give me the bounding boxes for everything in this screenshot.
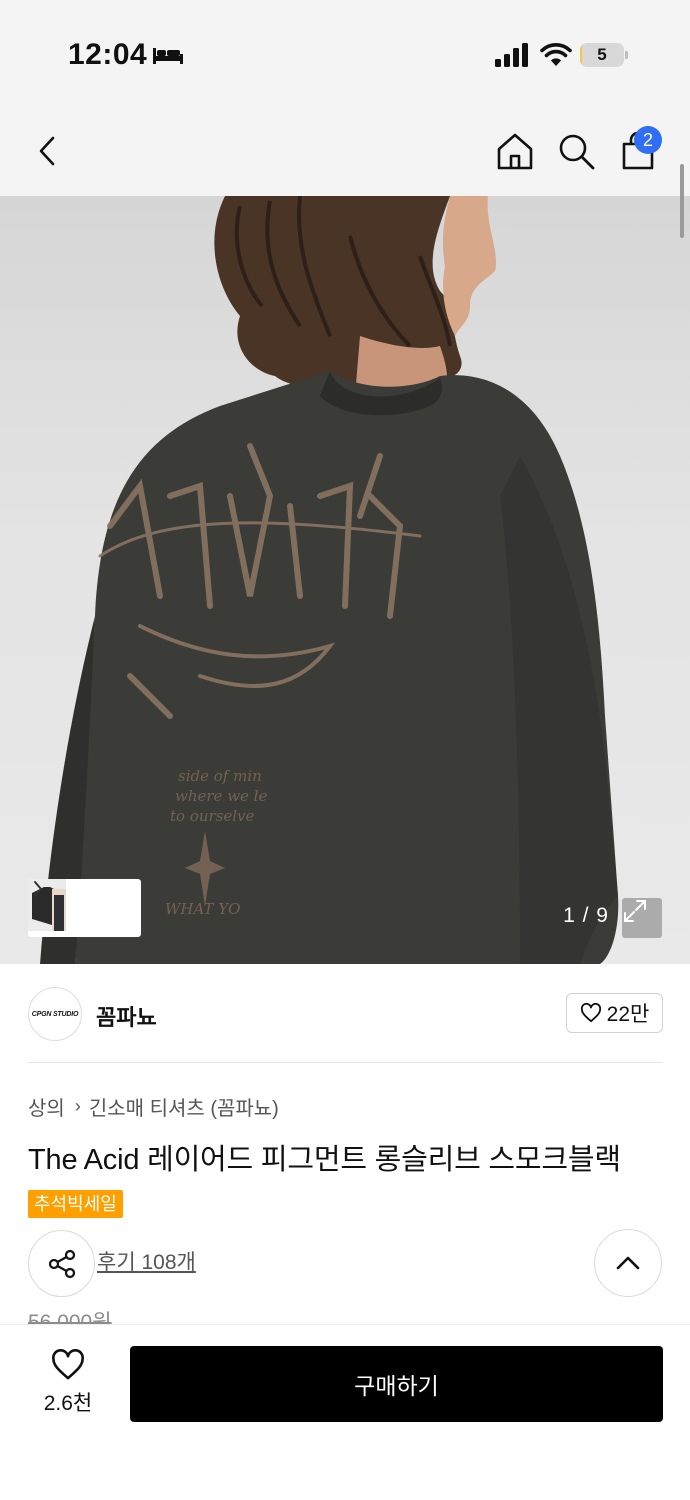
brand-name[interactable]: 꼼파뇨 (96, 1000, 157, 1032)
breadcrumb-subcategory[interactable]: 긴소매 티셔츠 (꼼파뇨) (89, 1092, 279, 1121)
bottom-action-bar: 2.6천 구매하기 (0, 1324, 690, 1500)
svg-text:side of min: side of min (178, 767, 262, 785)
battery-level: 5 (597, 45, 607, 64)
breadcrumb-category[interactable]: 상의 (28, 1092, 65, 1121)
thumbnail-strip[interactable] (28, 879, 141, 937)
bed-icon (153, 48, 183, 64)
brand-row[interactable]: CPGN STUDIO 꼼파뇨 22만 (0, 964, 690, 1062)
brand-logo[interactable]: CPGN STUDIO (28, 987, 82, 1041)
svg-text:where we le: where we le (175, 787, 267, 805)
search-button[interactable] (552, 127, 600, 175)
svg-text:WHAT YO: WHAT YO (165, 900, 240, 918)
expand-button[interactable] (622, 898, 662, 938)
top-navigation (0, 100, 690, 196)
product-title: The Acid 레이어드 피그먼트 롱슬리브 스모크블랙 (28, 1144, 621, 1176)
product-image-carousel[interactable]: side of min where we le to ourselve WHAT… (0, 196, 690, 964)
chevron-right-icon[interactable] (32, 879, 44, 899)
heart-icon (52, 1349, 84, 1380)
wifi-icon (540, 43, 572, 66)
heart-icon (580, 1003, 601, 1023)
product-photo: side of min where we le to ourselve WHAT… (40, 196, 619, 964)
back-button[interactable] (24, 127, 72, 175)
cart-count-badge: 2 (634, 126, 662, 154)
sale-badge: 추석빅세일 (28, 1190, 123, 1218)
scroll-top-button[interactable] (594, 1229, 662, 1297)
back-icon (39, 136, 55, 166)
signal-icon (495, 43, 528, 67)
status-bar: 12:04 5 (0, 0, 690, 100)
chevron-up-icon (616, 1256, 640, 1270)
brand-logo-text: CPGN STUDIO (31, 1010, 79, 1018)
share-button[interactable] (28, 1230, 95, 1297)
battery-icon: 5 (580, 43, 628, 67)
share-icon (48, 1249, 75, 1278)
scroll-indicator[interactable] (680, 164, 684, 238)
search-icon (559, 134, 595, 170)
expand-icon (624, 900, 646, 922)
wishlist-count: 2.6천 (43, 1392, 93, 1415)
page-counter: 1 / 9 (563, 904, 609, 927)
buy-button[interactable]: 구매하기 (130, 1346, 663, 1422)
breadcrumb: 상의 › 긴소매 티셔츠 (꼼파뇨) (28, 1092, 279, 1121)
brand-like-button[interactable]: 22만 (566, 993, 663, 1033)
home-button[interactable] (491, 127, 539, 175)
brand-like-count: 22만 (606, 1003, 650, 1026)
status-time: 12:04 (68, 38, 148, 71)
divider (28, 1062, 662, 1063)
wishlist-button[interactable]: 2.6천 (28, 1349, 108, 1429)
svg-text:to ourselve: to ourselve (170, 807, 255, 825)
chevron-right-icon: › (74, 1096, 81, 1116)
review-link[interactable]: 후기 108개 (97, 1246, 196, 1276)
home-icon (497, 133, 533, 170)
